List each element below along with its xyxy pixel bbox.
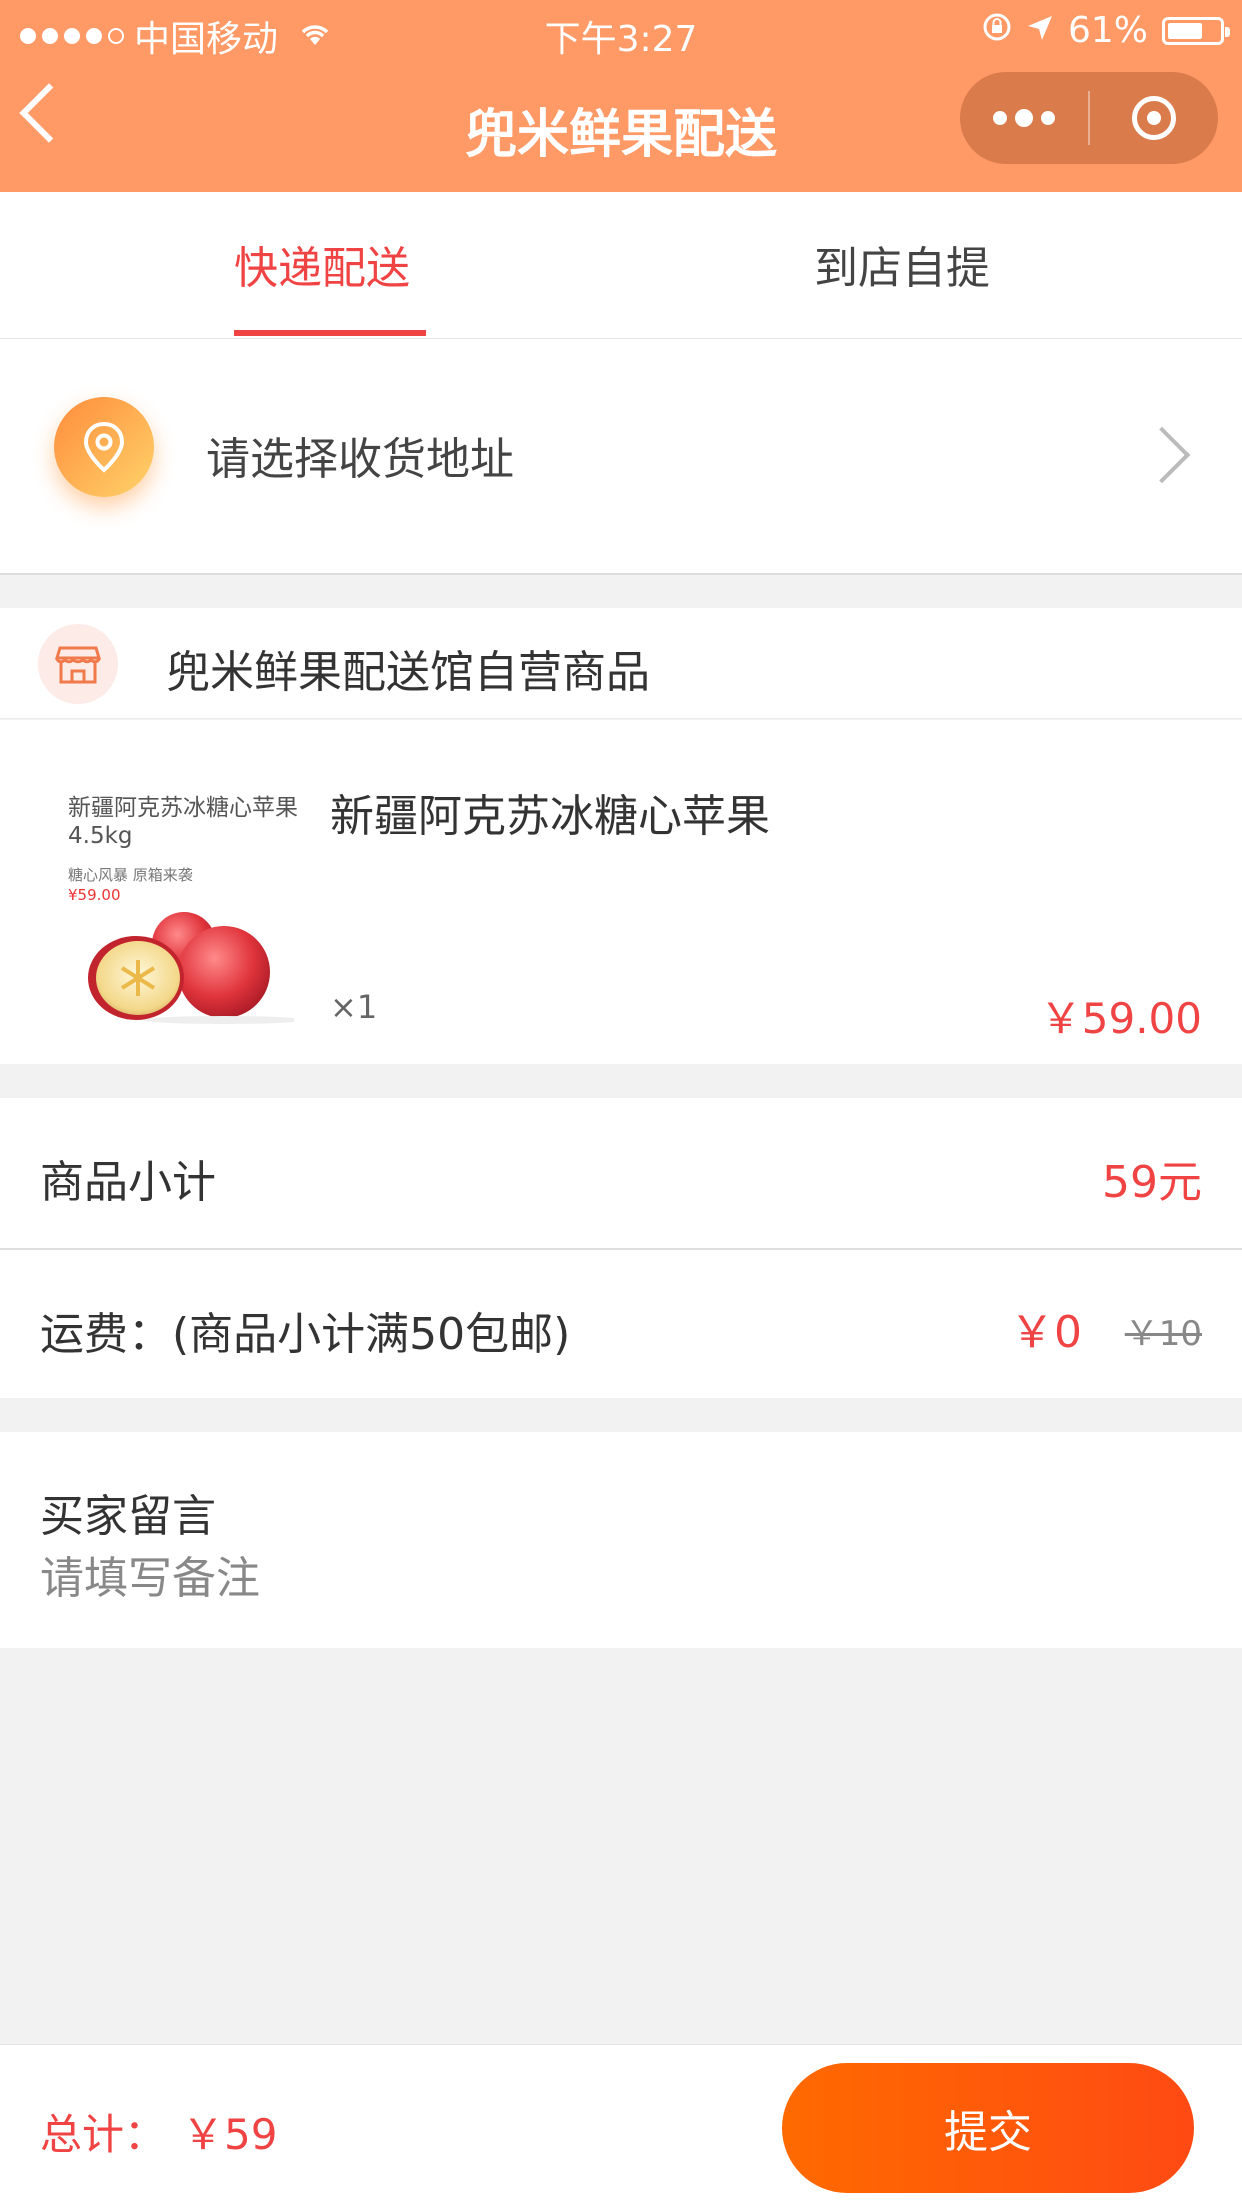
close-mini-program-button[interactable] — [1090, 96, 1218, 140]
store-name: 兜米鲜果配送馆自营商品 — [166, 647, 650, 698]
buyer-message-label: 买家留言 — [40, 1491, 216, 1542]
product-name: 新疆阿克苏冰糖心苹果 — [330, 791, 770, 842]
store-icon — [38, 624, 118, 704]
battery-icon — [1162, 16, 1230, 45]
shipping-label: 运费：(商品小计满50包邮) — [40, 1309, 571, 1360]
subtotal-label: 商品小计 — [40, 1157, 216, 1208]
subtotal-value: 59元 — [1102, 1157, 1202, 1208]
delivery-tabs: 快递配送 到店自提 — [0, 192, 1242, 339]
buyer-message-input[interactable] — [40, 1546, 1200, 1610]
location-arrow-icon — [1026, 10, 1054, 51]
address-prompt: 请选择收货地址 — [206, 434, 514, 485]
tab-express-delivery[interactable]: 快递配送 — [234, 232, 410, 296]
total-value: ￥59 — [182, 2110, 278, 2159]
product-image-subtitle: 糖心风暴 原箱来袭 — [68, 866, 193, 884]
product-quantity: ×1 — [330, 988, 378, 1026]
product-price: ￥59.00 — [1039, 994, 1202, 1043]
shipping-original-price: ￥10 — [1124, 1314, 1202, 1354]
store-header: 兜米鲜果配送馆自营商品 — [0, 608, 1242, 719]
battery-percent: 61% — [1067, 10, 1148, 51]
total-label: 总计： — [40, 2110, 167, 2159]
mini-program-capsule — [960, 72, 1218, 164]
status-right: 61% — [982, 10, 1230, 51]
address-selector[interactable]: 请选择收货地址 — [0, 339, 1242, 575]
top-bar: 中国移动 下午3:27 61% 兜米鲜果配送 — [0, 0, 1242, 192]
buyer-message-section: 买家留言 — [0, 1432, 1242, 1648]
shipping-row: 运费：(商品小计满50包邮) ￥0 ￥10 — [0, 1250, 1242, 1398]
tab-active-indicator — [234, 330, 426, 336]
more-options-button[interactable] — [960, 109, 1088, 127]
submit-button[interactable]: 提交 — [782, 2063, 1194, 2193]
apple-illustration — [88, 912, 294, 1024]
shipping-price: ￥0 — [1010, 1307, 1082, 1358]
checkout-bar: 总计： ￥59 提交 — [0, 2044, 1242, 2209]
product-item: 新疆阿克苏冰糖心苹果4.5kg 糖心风暴 原箱来袭 ¥59.00 新疆阿克苏冰糖… — [0, 720, 1242, 1064]
subtotal-row: 商品小计 59元 — [0, 1098, 1242, 1250]
tab-store-pickup[interactable]: 到店自提 — [814, 232, 990, 296]
location-pin-icon — [54, 397, 154, 497]
product-image[interactable]: 新疆阿克苏冰糖心苹果4.5kg 糖心风暴 原箱来袭 ¥59.00 — [54, 766, 298, 1026]
chevron-right-icon — [1133, 426, 1191, 484]
product-image-title: 新疆阿克苏冰糖心苹果4.5kg — [68, 795, 298, 849]
status-bar: 中国移动 下午3:27 61% — [0, 0, 1242, 62]
target-icon — [1132, 96, 1176, 140]
rotation-lock-icon — [982, 10, 1012, 51]
